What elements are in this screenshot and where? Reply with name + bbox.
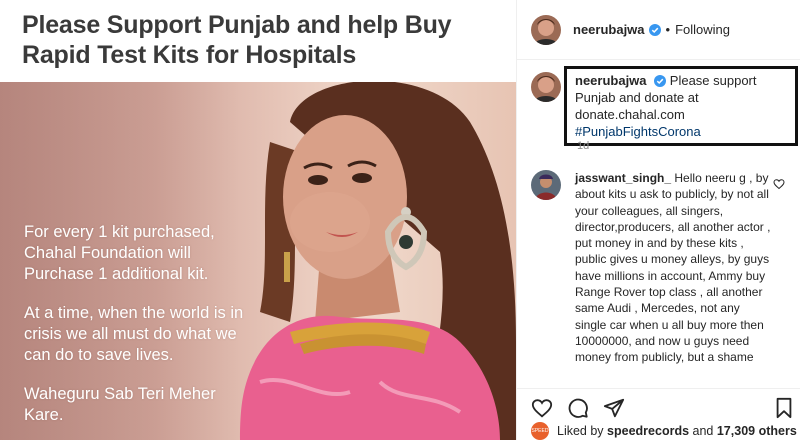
liker-username[interactable]: speedrecords [607, 424, 689, 438]
caption-highlight-box [564, 66, 798, 146]
avatar-image [531, 170, 561, 200]
likes-count[interactable]: 17,309 others [717, 424, 797, 438]
post-action-bar [517, 388, 800, 422]
caption-avatar[interactable] [531, 72, 561, 102]
post-headline-line1: Please Support Punjab and help Buy [22, 11, 452, 39]
post-paragraph-1: For every 1 kit purchased, Chahal Founda… [24, 223, 215, 283]
verified-badge-icon [648, 23, 661, 36]
post-photo: For every 1 kit purchased, Chahal Founda… [0, 82, 516, 440]
comment-username[interactable]: jasswant_singh_ [575, 171, 671, 185]
post-image[interactable]: Please Support Punjab and help Buy Rapid… [0, 0, 516, 440]
post-paragraph-2: At a time, when the world is in crisis w… [24, 304, 244, 364]
liker-avatar[interactable]: SPEED [531, 422, 549, 440]
post-paragraph-3: Waheguru Sab Teri Meher Kare. [24, 385, 216, 424]
post-image-headline-band: Please Support Punjab and help Buy Rapid… [0, 0, 516, 82]
share-icon[interactable] [603, 397, 625, 419]
bookmark-icon[interactable] [773, 397, 795, 419]
portrait-illustration [240, 82, 516, 440]
comment-avatar[interactable] [531, 170, 561, 200]
likes-conjunction: and [692, 424, 714, 438]
comment-like-heart-icon[interactable] [773, 178, 785, 190]
likes-prefix: Liked by [557, 424, 604, 438]
comment-item: jasswant_singh_ Hello neeru g , by about… [531, 170, 800, 366]
post-header: neerubajwa • Following [517, 0, 800, 60]
comment-body: Hello neeru g , by about kits u ask to p… [575, 171, 771, 365]
header-avatar[interactable] [531, 14, 561, 45]
heart-icon[interactable] [531, 397, 553, 419]
comment-text: jasswant_singh_ Hello neeru g , by about… [575, 170, 771, 366]
following-button[interactable]: Following [675, 22, 730, 37]
avatar-image [531, 14, 561, 45]
comment-icon[interactable] [567, 397, 589, 419]
likes-summary: SPEED Liked by speedrecords and 17,309 o… [517, 422, 800, 440]
avatar-image [531, 72, 561, 102]
post-sidebar: neerubajwa • Following neerubajwa Please… [516, 0, 800, 440]
caption-timestamp: 1d [577, 140, 590, 152]
header-username[interactable]: neerubajwa [573, 22, 645, 37]
post-body-text: For every 1 kit purchased, Chahal Founda… [24, 222, 244, 440]
header-separator: • [665, 22, 671, 37]
post-headline-line2: Rapid Test Kits for Hospitals [22, 41, 357, 69]
